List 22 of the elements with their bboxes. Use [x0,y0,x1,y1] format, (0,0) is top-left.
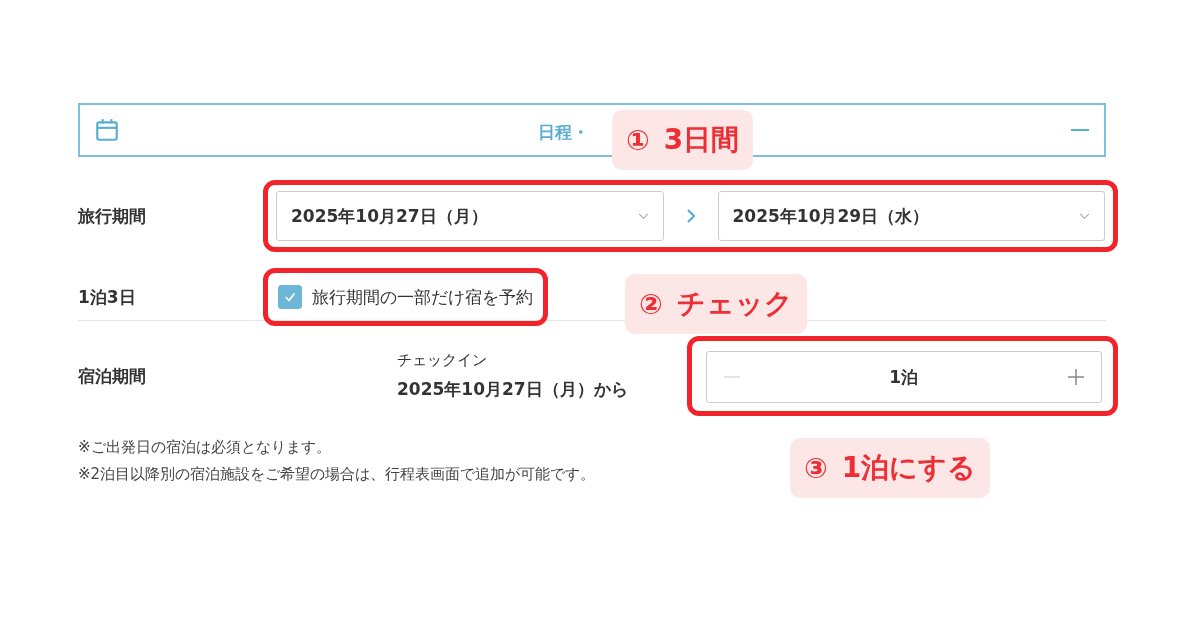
header-title: 日程・ [538,121,589,144]
annotation-callout: ③ 1泊にする [790,438,991,498]
nights-value: 1泊 [889,365,919,389]
annotation-callout: ① 3日間 [612,110,754,170]
checkin-label: チェックイン [397,351,488,370]
chevron-right-icon [685,208,696,224]
annotation-callout: ② チェック [625,274,807,334]
end-date-select[interactable]: 2025年10月29日（水） [717,191,1105,241]
calendar-icon [94,117,120,143]
dropdown-icon [1079,212,1090,220]
checkin-date: 2025年10月27日（月）から [397,378,629,401]
checkmark-icon [283,290,297,304]
stay-period-label: 宿泊期間 [78,364,147,388]
dropdown-icon [637,212,649,220]
checkbox[interactable] [278,285,302,309]
note-text: ※ご出発日の宿泊は必須となります。 [78,438,331,457]
plus-icon[interactable] [1067,368,1085,386]
note-text: ※2泊目以降別の宿泊施設をご希望の場合は、行程表画面で追加が可能です。 [78,465,596,484]
checkbox-label[interactable]: 旅行期間の一部だけ宿を予約 [312,285,533,309]
start-date-select[interactable]: 2025年10月27日（月） [276,191,664,241]
stay-summary: 1泊3日 [78,285,137,309]
travel-period-label: 旅行期間 [78,204,147,228]
